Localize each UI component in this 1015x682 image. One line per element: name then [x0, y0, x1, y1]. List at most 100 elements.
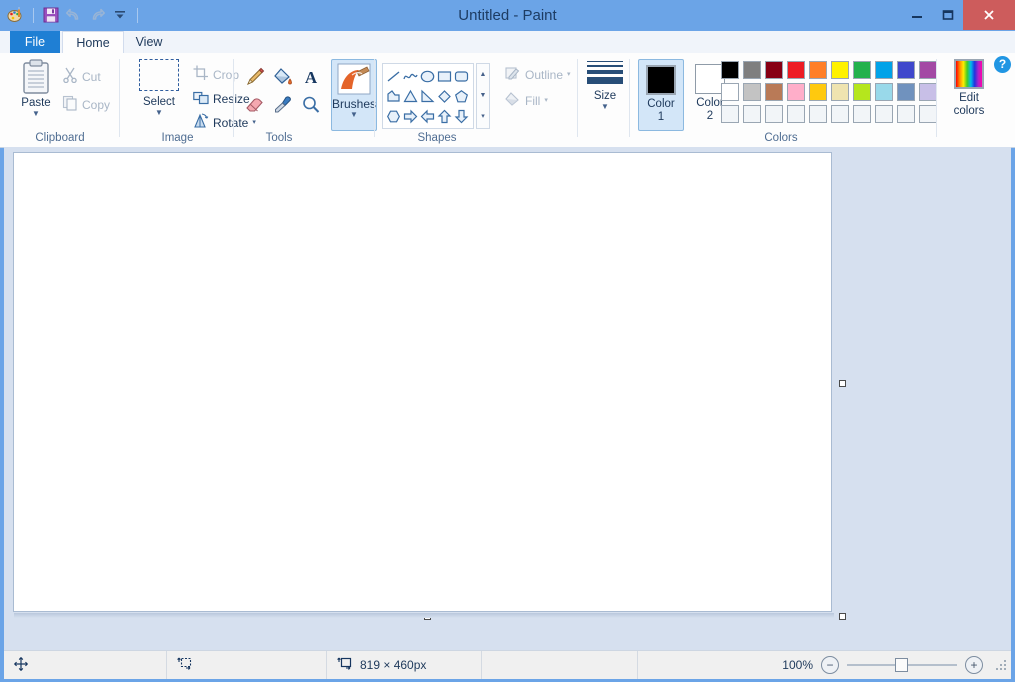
selection-size-icon: [177, 657, 193, 674]
palette-swatch-color: [765, 105, 783, 123]
palette-swatch-r3-c2[interactable]: [741, 103, 763, 125]
color1-button[interactable]: Color 1: [638, 59, 684, 131]
palette-swatch-r3-c6[interactable]: [829, 103, 851, 125]
zoom-in-button[interactable]: +: [965, 656, 983, 674]
brushes-caret-icon[interactable]: ▼: [350, 111, 358, 118]
zoom-slider[interactable]: [847, 658, 957, 672]
color-picker-tool[interactable]: [271, 93, 295, 117]
palette-swatch-r1-c2[interactable]: [741, 59, 763, 81]
fill-tool[interactable]: [271, 65, 295, 89]
select-caret-icon[interactable]: ▼: [155, 109, 163, 116]
palette-swatch-r3-c4[interactable]: [785, 103, 807, 125]
palette-swatch-color: [787, 83, 805, 101]
size-caret-icon[interactable]: ▼: [601, 103, 609, 110]
select-button[interactable]: Select ▼: [129, 59, 189, 116]
resize-grip-icon[interactable]: [995, 659, 1007, 671]
canvas-resize-handle-right[interactable]: [839, 380, 846, 387]
paste-caret-icon[interactable]: ▼: [32, 110, 40, 117]
outline-button[interactable]: Outline ▾: [505, 65, 571, 84]
palette-swatch-r2-c8[interactable]: [873, 81, 895, 103]
palette-swatch-r2-c6[interactable]: [829, 81, 851, 103]
palette-swatch-r3-c3[interactable]: [763, 103, 785, 125]
rectangle-shape[interactable]: [436, 66, 453, 86]
palette-swatch-r2-c3[interactable]: [763, 81, 785, 103]
palette-swatch-r3-c8[interactable]: [873, 103, 895, 125]
color2-label-line2: 2: [707, 110, 713, 123]
palette-swatch-color: [721, 105, 739, 123]
cut-button[interactable]: Cut: [62, 67, 101, 86]
copy-button-label: Copy: [82, 98, 110, 112]
palette-swatch-r3-c9[interactable]: [895, 103, 917, 125]
palette-swatch-r1-c7[interactable]: [851, 59, 873, 81]
zoom-slider-thumb[interactable]: [895, 658, 908, 672]
shapes-scroll-up-icon[interactable]: ▲: [480, 71, 487, 79]
outline-caret-icon[interactable]: ▾: [567, 71, 571, 78]
palette-swatch-r1-c9[interactable]: [895, 59, 917, 81]
shapes-scroll-down-icon[interactable]: ▼: [480, 92, 487, 100]
tab-view[interactable]: View: [124, 31, 174, 53]
palette-swatch-r2-c5[interactable]: [807, 81, 829, 103]
close-button[interactable]: [963, 0, 1015, 30]
palette-swatch-color: [875, 61, 893, 79]
canvas-container: [13, 152, 832, 612]
zoom-out-button[interactable]: −: [821, 656, 839, 674]
palette-swatch-r1-c4[interactable]: [785, 59, 807, 81]
hexagon-shape[interactable]: [385, 106, 402, 126]
palette-swatch-r1-c1[interactable]: [719, 59, 741, 81]
canvas-resize-handle-corner[interactable]: [839, 613, 846, 620]
edit-colors-button[interactable]: Edit colors: [944, 59, 994, 118]
brushes-button[interactable]: Brushes ▼: [331, 59, 377, 131]
curve-shape[interactable]: [402, 66, 419, 86]
group-separator-6: [936, 59, 937, 137]
line-shape[interactable]: [385, 66, 402, 86]
palette-swatch-r1-c8[interactable]: [873, 59, 895, 81]
shapes-more-icon[interactable]: ▾: [481, 113, 485, 121]
pencil-tool[interactable]: [243, 65, 267, 89]
polygon-shape[interactable]: [385, 86, 402, 106]
fill-button[interactable]: Fill ▾: [505, 91, 548, 110]
left-arrow-shape[interactable]: [419, 106, 436, 126]
drawing-canvas[interactable]: [13, 152, 832, 612]
canvas-work-area[interactable]: [4, 147, 1011, 655]
palette-swatch-r2-c2[interactable]: [741, 81, 763, 103]
eraser-tool[interactable]: [243, 93, 267, 117]
shapes-group-label: Shapes: [376, 132, 498, 144]
diamond-shape[interactable]: [436, 86, 453, 106]
color1-label-line2: 1: [658, 111, 664, 124]
palette-swatch-color: [919, 105, 937, 123]
text-tool[interactable]: A: [299, 65, 323, 89]
size-button[interactable]: Size ▼: [580, 61, 630, 110]
right-triangle-shape[interactable]: [419, 86, 436, 106]
palette-swatch-r1-c5[interactable]: [807, 59, 829, 81]
paste-button[interactable]: Paste ▼: [14, 59, 58, 117]
tab-file[interactable]: File: [10, 31, 60, 53]
size-preview-icon: [580, 61, 630, 84]
right-arrow-shape[interactable]: [402, 106, 419, 126]
palette-swatch-r1-c6[interactable]: [829, 59, 851, 81]
triangle-shape[interactable]: [402, 86, 419, 106]
palette-swatch-r3-c1[interactable]: [719, 103, 741, 125]
maximize-button[interactable]: [932, 0, 963, 30]
minimize-button[interactable]: [901, 0, 932, 30]
palette-swatch-r1-c3[interactable]: [763, 59, 785, 81]
oval-shape[interactable]: [419, 66, 436, 86]
color-palette: [719, 59, 939, 125]
palette-swatch-r2-c9[interactable]: [895, 81, 917, 103]
edit-colors-icon: [954, 59, 984, 89]
pentagon-shape[interactable]: [453, 86, 470, 106]
down-arrow-shape[interactable]: [453, 106, 470, 126]
magnifier-tool[interactable]: [299, 93, 323, 117]
palette-swatch-r3-c7[interactable]: [851, 103, 873, 125]
window-title: Untitled - Paint: [0, 0, 1015, 31]
copy-icon: [62, 95, 78, 114]
palette-swatch-r2-c7[interactable]: [851, 81, 873, 103]
palette-swatch-r2-c1[interactable]: [719, 81, 741, 103]
up-arrow-shape[interactable]: [436, 106, 453, 126]
rounded-rectangle-shape[interactable]: [453, 66, 470, 86]
shapes-gallery: [382, 63, 474, 129]
tab-home[interactable]: Home: [62, 31, 124, 54]
palette-swatch-r2-c4[interactable]: [785, 81, 807, 103]
copy-button[interactable]: Copy: [62, 95, 110, 114]
palette-swatch-r3-c5[interactable]: [807, 103, 829, 125]
fill-caret-icon[interactable]: ▾: [544, 97, 548, 104]
